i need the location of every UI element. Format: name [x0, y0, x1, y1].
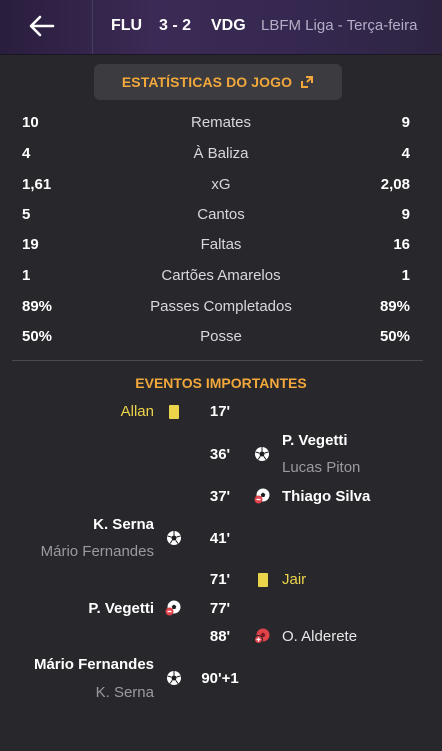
section-divider — [12, 360, 423, 361]
event-player[interactable]: Mário Fernandes — [34, 656, 154, 673]
event-minute: 77' — [209, 600, 231, 617]
stat-name: Cartões Amarelos — [161, 267, 281, 284]
stat-row-fouls: 19 Faltas 16 — [0, 230, 442, 260]
event-player[interactable]: P. Vegetti — [282, 432, 348, 449]
event-assist[interactable]: Mário Fernandes — [41, 543, 154, 560]
stat-away-value: 9 — [401, 206, 410, 223]
event-player[interactable]: P. Vegetti — [88, 600, 154, 617]
header-divider — [92, 0, 93, 54]
arrow-left-icon — [29, 15, 55, 37]
stat-away-value: 50% — [379, 328, 410, 345]
stat-name: À Baliza — [193, 145, 249, 162]
match-stats-title: ESTATÍSTICAS DO JOGO — [121, 74, 293, 90]
back-button[interactable] — [22, 8, 62, 44]
yellow-card-icon — [258, 573, 268, 587]
event-minute: 41' — [209, 530, 231, 547]
substitution-icon — [254, 488, 270, 504]
stat-row-corners: 5 Cantos 9 — [0, 200, 442, 230]
stat-name: Remates — [190, 114, 252, 131]
event-minute: 90'+1 — [201, 670, 239, 687]
league-info: LBFM Liga - Terça-feira — [261, 17, 418, 34]
stat-away-value: 16 — [393, 236, 410, 253]
stat-row-passes: 89% Passes Completados 89% — [0, 292, 442, 322]
event-player[interactable]: Thiago Silva — [282, 488, 370, 505]
injury-icon — [254, 628, 270, 644]
score: 3 - 2 — [159, 17, 192, 34]
event-minute: 37' — [209, 488, 231, 505]
event-player[interactable]: Jair — [282, 571, 306, 588]
expand-icon — [301, 76, 314, 88]
stat-name: Posse — [200, 328, 242, 345]
stat-row-yellow-cards: 1 Cartões Amarelos 1 — [0, 261, 442, 291]
stat-row-shots: 10 Remates 9 — [0, 108, 442, 138]
event-assist[interactable]: K. Serna — [96, 684, 154, 701]
event-player[interactable]: K. Serna — [93, 516, 154, 533]
event-minute: 88' — [209, 628, 231, 645]
stat-row-xg: 1,61 xG 2,08 — [0, 170, 442, 200]
football-icon — [167, 531, 181, 545]
stat-row-possession: 50% Posse 50% — [0, 322, 442, 352]
home-team: FLU — [111, 17, 143, 34]
stat-row-on-target: 4 À Baliza 4 — [0, 139, 442, 169]
event-minute: 17' — [209, 403, 231, 420]
yellow-card-icon — [169, 405, 179, 419]
away-team: VDG — [211, 17, 246, 34]
event-assist[interactable]: Lucas Piton — [282, 459, 360, 476]
match-stats-button[interactable]: ESTATÍSTICAS DO JOGO — [94, 64, 342, 100]
stat-name: Cantos — [197, 206, 245, 223]
event-player[interactable]: Allan — [121, 403, 154, 420]
event-player[interactable]: O. Alderete — [282, 628, 357, 645]
stat-name: Faltas — [200, 236, 242, 253]
stat-name: Passes Completados — [150, 298, 292, 315]
stat-away-value: 2,08 — [380, 176, 410, 193]
event-minute: 36' — [209, 446, 231, 463]
event-minute: 71' — [209, 571, 231, 588]
football-icon — [255, 447, 269, 461]
stat-name: xG — [211, 176, 231, 193]
substitution-icon — [165, 600, 181, 616]
football-icon — [167, 671, 181, 685]
stat-away-value: 4 — [401, 145, 410, 162]
stat-away-value: 9 — [401, 114, 410, 131]
stat-away-value: 1 — [401, 267, 410, 284]
stat-away-value: 89% — [379, 298, 410, 315]
key-events-title: EVENTOS IMPORTANTES — [135, 375, 307, 391]
match-header: FLU 3 - 2 VDG LBFM Liga - Terça-feira — [0, 0, 442, 55]
